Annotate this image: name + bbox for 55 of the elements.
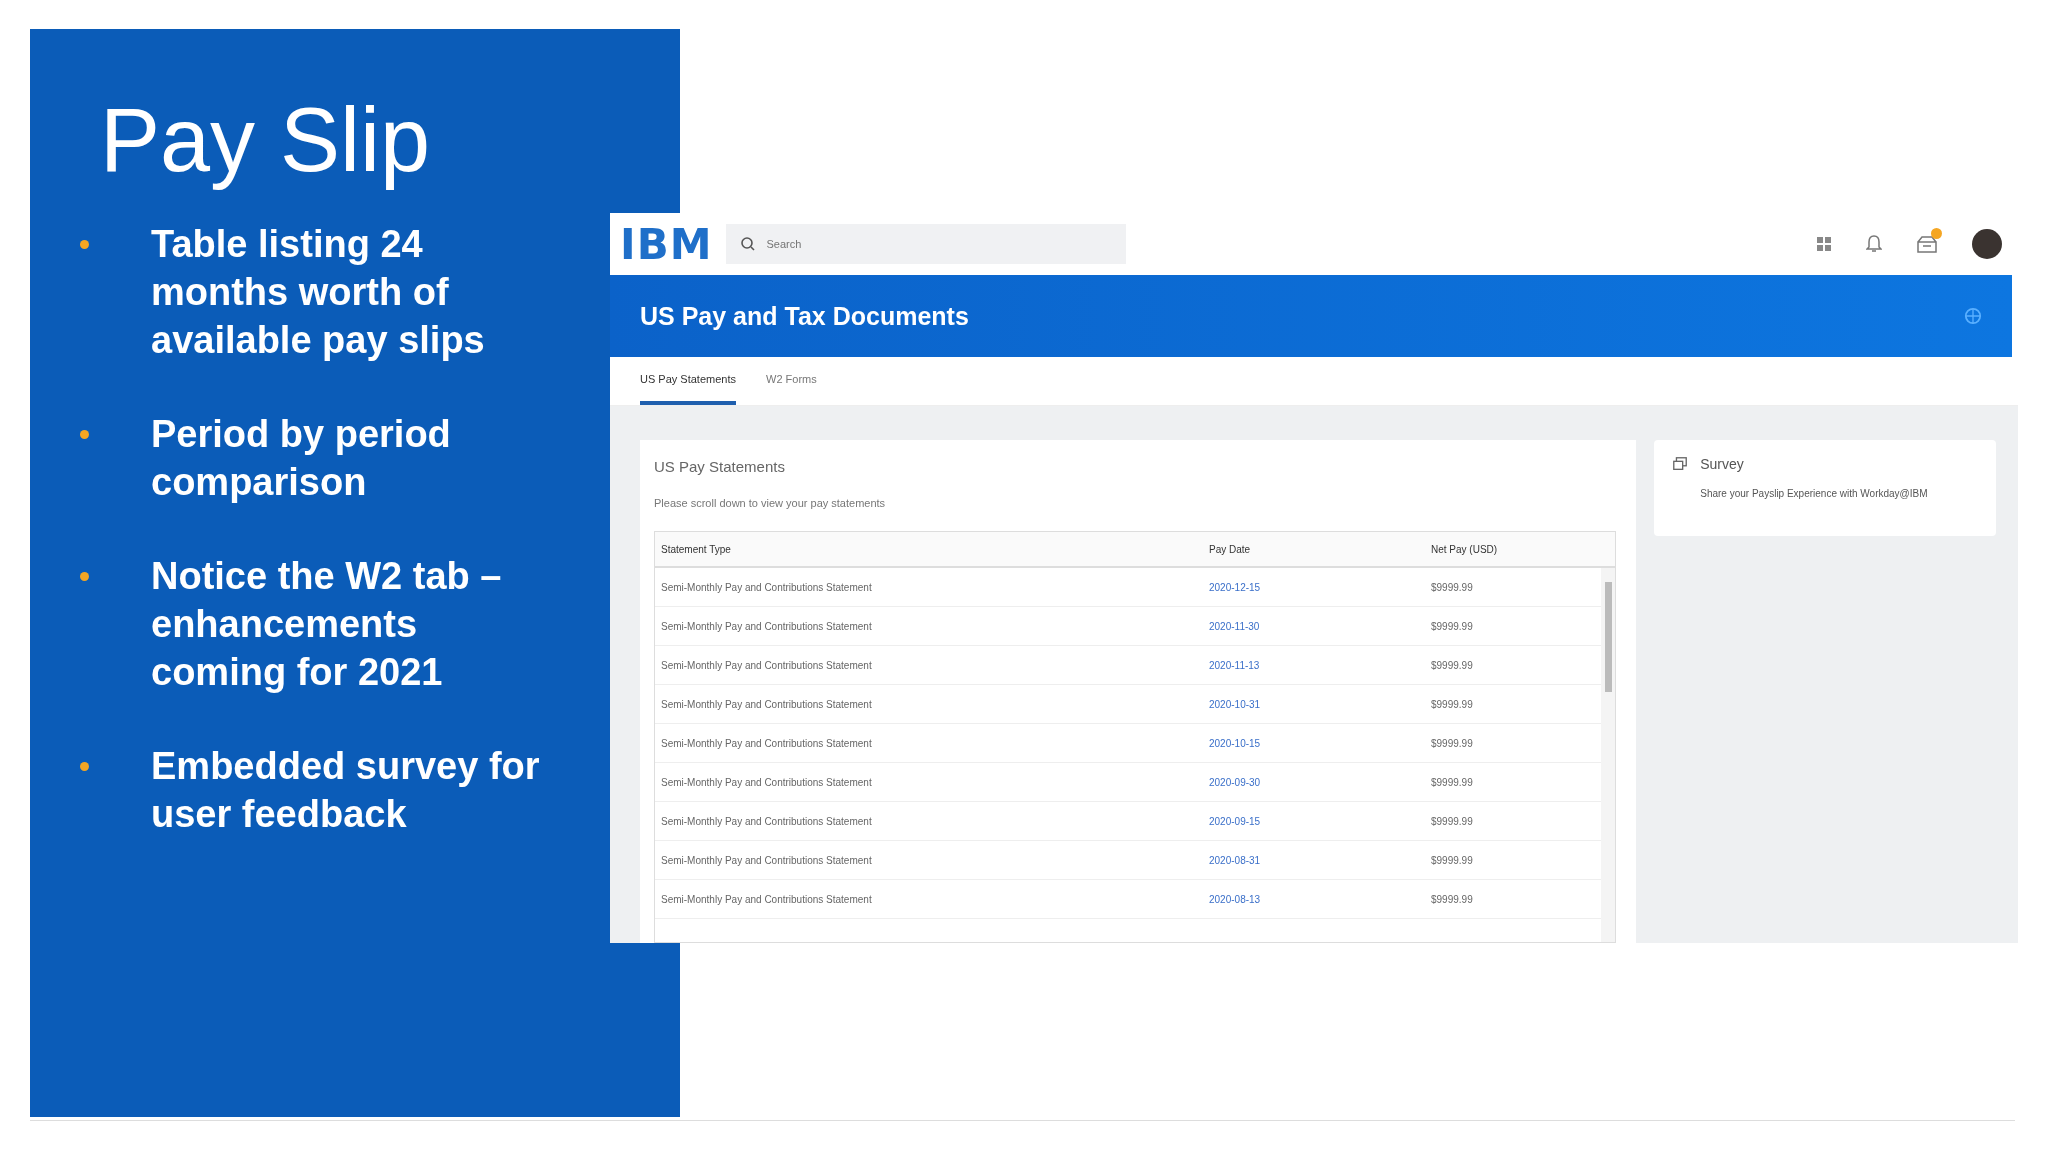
bullet-text: Embedded survey for user feedback — [151, 744, 541, 837]
bullet-text: Period by period comparison — [151, 412, 452, 505]
inbox-icon[interactable] — [1916, 234, 1938, 254]
survey-title: Survey — [1700, 456, 1744, 472]
bullet-icon — [80, 240, 89, 249]
search-field[interactable]: Search — [726, 224, 1127, 264]
bullet-text: Notice the W2 tab – enhancements coming for 2021 — [151, 554, 503, 695]
avatar[interactable] — [1972, 229, 2002, 259]
table-cell-text: Semi-Monthly Pay and Contributions Statement — [660, 737, 873, 749]
bullet-icon — [80, 572, 89, 581]
search-icon — [740, 236, 757, 252]
date-link[interactable]: 2020-11-13 — [1209, 659, 1431, 671]
date-link[interactable]: 2020-10-31 — [1209, 698, 1431, 710]
table-cell-text: Semi-Monthly Pay and Contributions Statement — [660, 893, 873, 905]
table-cell-text: $9999.99 — [1431, 776, 1474, 788]
card-title: US Pay Statements — [654, 458, 786, 475]
table-cell-text: Semi-Monthly Pay and Contributions Statement — [660, 698, 873, 710]
table-cell-text: Semi-Monthly Pay and Contributions Statement — [660, 776, 873, 788]
table-cell-text: Semi-Monthly Pay and Contributions Statement — [660, 815, 873, 827]
table-cell-text: $9999.99 — [1431, 581, 1474, 593]
table-cell-text: $9999.99 — [1431, 815, 1474, 827]
table-cell-text: Semi-Monthly Pay and Contributions Statement — [660, 659, 873, 671]
date-link[interactable]: 2020-12-15 — [1209, 581, 1431, 593]
table-cell-text: Semi-Monthly Pay and Contributions Statement — [660, 620, 873, 632]
table-cell-text: $9999.99 — [1431, 893, 1474, 905]
page-title: US Pay and Tax Documents — [640, 301, 969, 331]
date-link[interactable]: 2020-08-31 — [1209, 854, 1431, 866]
table-cell-text: Semi-Monthly Pay and Contributions Statement — [660, 854, 873, 866]
table-cell-text: $9999.99 — [1431, 854, 1474, 866]
date-link[interactable]: 2020-11-30 — [1209, 620, 1431, 632]
bullet-icon — [80, 762, 89, 771]
table-cell-text: $9999.99 — [1431, 698, 1474, 710]
date-link[interactable]: 2020-08-13 — [1209, 893, 1431, 905]
survey-icon — [1672, 456, 1689, 472]
survey-link[interactable]: Share your Payslip Experience with Workday@IBM — [1700, 488, 1978, 499]
notification-badge — [1931, 228, 1942, 239]
table-cell-text: $9999.99 — [1431, 659, 1474, 671]
date-link[interactable]: 2020-09-30 — [1209, 776, 1431, 788]
column-header: Pay Date — [1209, 543, 1252, 555]
apps-grid-icon[interactable] — [1816, 236, 1832, 252]
date-link[interactable]: 2020-09-15 — [1209, 815, 1431, 827]
column-header: Statement Type — [660, 543, 732, 555]
bell-icon[interactable] — [1866, 234, 1882, 254]
tab[interactable]: W2 Forms — [766, 357, 817, 405]
logo: IBM — [620, 219, 713, 269]
bullet-text: Table listing 24 months worth of available pay slips — [151, 222, 486, 363]
date-link[interactable]: 2020-10-15 — [1209, 737, 1431, 749]
bullet-icon — [80, 430, 89, 439]
hint-text: Please scroll down to view your pay statements — [654, 497, 887, 509]
table-cell-text: Semi-Monthly Pay and Contributions Statement — [660, 581, 873, 593]
table-cell-text: $9999.99 — [1431, 620, 1474, 632]
table-cell-text: $9999.99 — [1431, 737, 1474, 749]
slide-title: Pay Slip — [100, 91, 432, 190]
column-header: Net Pay (USD) — [1431, 543, 1499, 555]
scrollbar[interactable] — [1601, 568, 1615, 942]
